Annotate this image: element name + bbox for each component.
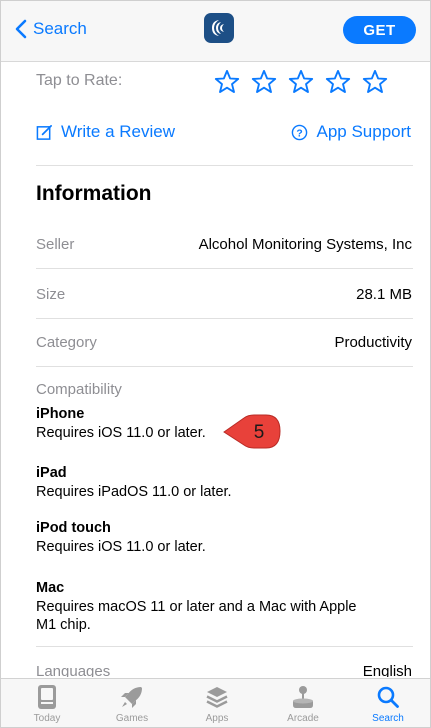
- info-row-category: Category Productivity: [36, 334, 412, 358]
- svg-text:?: ?: [297, 128, 303, 139]
- device-name: iPod touch: [36, 520, 111, 536]
- info-row-size: Size 28.1 MB: [36, 286, 412, 310]
- device-mac: Mac Requires macOS 11 or later and a Mac…: [36, 580, 366, 634]
- device-name: iPhone: [36, 406, 85, 422]
- device-name: iPad: [36, 465, 67, 481]
- languages-value: English: [362, 663, 412, 677]
- category-value: Productivity: [334, 334, 412, 351]
- tab-label: Search: [372, 713, 404, 724]
- app-support-link[interactable]: ? App Support: [291, 122, 411, 142]
- callout-number: 5: [254, 422, 265, 443]
- device-requirement: Requires iPadOS 11.0 or later.: [36, 484, 232, 500]
- info-row-languages: Languages English: [36, 657, 412, 677]
- app-support-label: App Support: [316, 122, 411, 141]
- rating-row: Tap to Rate:: [36, 68, 416, 98]
- star-3-icon[interactable]: [282, 68, 319, 96]
- section-divider: [36, 165, 413, 166]
- row-divider: [36, 318, 413, 319]
- size-value: 28.1 MB: [356, 286, 412, 303]
- tab-bar: Today Games Apps Arcade Search: [1, 678, 430, 727]
- tab-label: Apps: [205, 713, 229, 724]
- back-label: Search: [33, 19, 87, 38]
- back-button[interactable]: Search: [15, 19, 87, 39]
- tab-search[interactable]: Search: [348, 683, 428, 724]
- device-requirement: Requires macOS 11 or later and a Mac wit…: [36, 599, 357, 633]
- tab-arcade[interactable]: Arcade: [263, 683, 343, 724]
- app-store-page: Search GET Tap to Rate: Write a Review ?…: [0, 0, 431, 728]
- row-divider: [36, 646, 413, 647]
- star-5-icon[interactable]: [356, 68, 393, 96]
- device-iphone: iPhone Requires iOS 11.0 or later.: [36, 406, 206, 442]
- size-key: Size: [36, 286, 66, 303]
- device-requirement: Requires iOS 11.0 or later.: [36, 539, 206, 555]
- rating-stars: [208, 68, 393, 96]
- information-heading: Information: [36, 182, 152, 205]
- tap-to-rate-label: Tap to Rate:: [36, 72, 123, 89]
- device-ipod-touch: iPod touch Requires iOS 11.0 or later.: [36, 520, 206, 556]
- row-divider: [36, 366, 413, 367]
- star-4-icon[interactable]: [319, 68, 356, 96]
- device-ipad: iPad Requires iPadOS 11.0 or later.: [36, 465, 232, 501]
- tab-apps[interactable]: Apps: [177, 683, 257, 724]
- review-support-links: Write a Review ? App Support: [36, 122, 411, 146]
- tab-label: Games: [115, 713, 149, 724]
- compatibility-label: Compatibility: [36, 381, 122, 398]
- compose-icon: [36, 124, 52, 140]
- write-review-link[interactable]: Write a Review: [36, 122, 175, 142]
- tab-label: Today: [33, 713, 61, 724]
- info-row-seller: Seller Alcohol Monitoring Systems, Inc: [36, 236, 412, 260]
- device-name: Mac: [36, 580, 65, 596]
- write-review-label: Write a Review: [61, 122, 175, 141]
- get-button[interactable]: GET: [343, 16, 416, 44]
- search-icon: [377, 686, 399, 708]
- seller-key: Seller: [36, 236, 75, 253]
- languages-key: Languages: [36, 663, 111, 677]
- star-1-icon[interactable]: [208, 68, 245, 96]
- navigation-bar: Search GET: [1, 1, 430, 62]
- app-icon: [204, 13, 234, 43]
- star-2-icon[interactable]: [245, 68, 282, 96]
- tab-today[interactable]: Today: [7, 683, 87, 724]
- arcade-joystick-icon: [293, 686, 313, 708]
- tab-games[interactable]: Games: [92, 683, 172, 724]
- apps-stack-icon: [206, 687, 228, 708]
- category-key: Category: [36, 334, 97, 351]
- today-icon: [38, 685, 56, 709]
- chevron-left-icon: [15, 19, 27, 39]
- help-circle-icon: ?: [292, 124, 308, 140]
- rocket-icon: [121, 687, 142, 708]
- seller-value: Alcohol Monitoring Systems, Inc: [198, 236, 412, 253]
- device-requirement: Requires iOS 11.0 or later.: [36, 425, 206, 441]
- callout-marker: 5: [223, 414, 281, 449]
- row-divider: [36, 268, 413, 269]
- tab-label: Arcade: [287, 713, 319, 724]
